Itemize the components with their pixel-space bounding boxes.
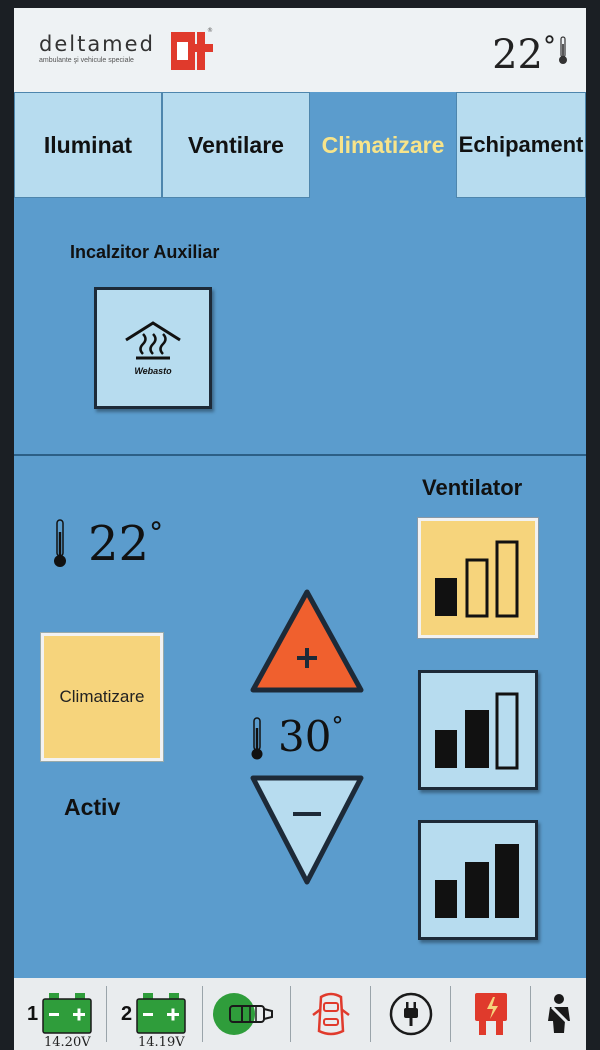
seatbelt-icon [548, 994, 570, 1033]
fan-level-3-icon [435, 844, 519, 918]
status-bar: 1 14.20V 2 14.19V [14, 978, 586, 1050]
brand-name: deltamed [39, 32, 155, 56]
fan-level-3-button[interactable] [418, 820, 538, 940]
battery-1-number: 1 [26, 1002, 39, 1025]
battery-2-number: 2 [120, 1002, 133, 1025]
tab-echipament[interactable]: Echipament [456, 92, 586, 198]
battery-2-voltage: 14.19V [138, 1035, 185, 1050]
touch-screen: deltamed ambulante şi vehicule speciale … [14, 8, 586, 1050]
separator [450, 986, 451, 1042]
current-temperature: 22 ° [52, 516, 163, 572]
car-doors-icon [312, 992, 350, 1036]
oxygen-icon [213, 993, 273, 1035]
setpoint-degree: ° [331, 712, 344, 740]
header-temp-degree: ° [543, 32, 556, 62]
separator [106, 986, 107, 1042]
header-temp-value: 22 [492, 32, 543, 78]
tab-climatizare[interactable]: Climatizare [310, 92, 456, 198]
minus-icon [293, 812, 321, 816]
power-plug-icon [389, 992, 433, 1036]
setpoint-value: 30 [278, 712, 332, 761]
current-temp-degree: ° [149, 516, 164, 549]
separator [202, 986, 203, 1042]
separator [290, 986, 291, 1042]
setpoint-temperature: 30 ° [250, 712, 343, 762]
tab-ventilare[interactable]: Ventilare [162, 92, 310, 198]
battery-2-status[interactable]: 2 14.19V [108, 978, 200, 1050]
webasto-heater-button[interactable]: Webasto [94, 287, 212, 409]
separator [530, 986, 531, 1042]
tab-iluminat[interactable]: Iluminat [14, 92, 162, 198]
header: deltamed ambulante şi vehicule speciale … [14, 8, 586, 92]
brand: deltamed ambulante şi vehicule speciale [39, 32, 155, 64]
thermometer-icon [251, 717, 263, 760]
brand-tagline: ambulante şi vehicule speciale [39, 57, 134, 64]
fuse-icon [475, 993, 507, 1035]
tab-bar: Iluminat Ventilare Climatizare Echipamen… [14, 92, 586, 202]
climate-status: Activ [64, 794, 121, 820]
battery-icon [42, 993, 92, 1034]
doors-status-button[interactable] [292, 978, 370, 1050]
oxygen-status-button[interactable] [204, 978, 290, 1050]
battery-icon [136, 993, 186, 1034]
shore-power-button[interactable] [372, 978, 450, 1050]
section-divider [14, 454, 586, 456]
heater-section: Incalzitor Auxiliar Webasto [14, 202, 586, 455]
fan-level-2-icon [435, 692, 519, 770]
increase-temp-button[interactable] [247, 586, 367, 698]
fan-level-2-button[interactable] [418, 670, 538, 790]
thermometer-icon [54, 519, 66, 567]
climatizare-button[interactable]: Climatizare [41, 633, 163, 761]
battery-1-status[interactable]: 1 14.20V [14, 978, 106, 1050]
battery-1-voltage: 14.20V [44, 1035, 91, 1050]
fan-level-1-icon [435, 540, 519, 618]
heater-icon [125, 321, 181, 360]
svg-text:®: ® [207, 27, 213, 34]
separator [370, 986, 371, 1042]
deltamed-logo-icon: ® [171, 27, 213, 70]
header-temperature: 22 ° [492, 32, 568, 78]
webasto-label: Webasto [134, 366, 172, 376]
heater-label: Incalzitor Auxiliar [70, 242, 220, 262]
current-temp-value: 22 [88, 516, 150, 572]
thermometer-icon [559, 36, 567, 64]
fuse-status-button[interactable] [452, 978, 530, 1050]
seatbelt-status-button[interactable] [532, 978, 586, 1050]
decrease-temp-button[interactable] [247, 770, 367, 890]
fan-label: Ventilator [422, 475, 523, 500]
fan-level-1-button[interactable] [418, 518, 538, 638]
